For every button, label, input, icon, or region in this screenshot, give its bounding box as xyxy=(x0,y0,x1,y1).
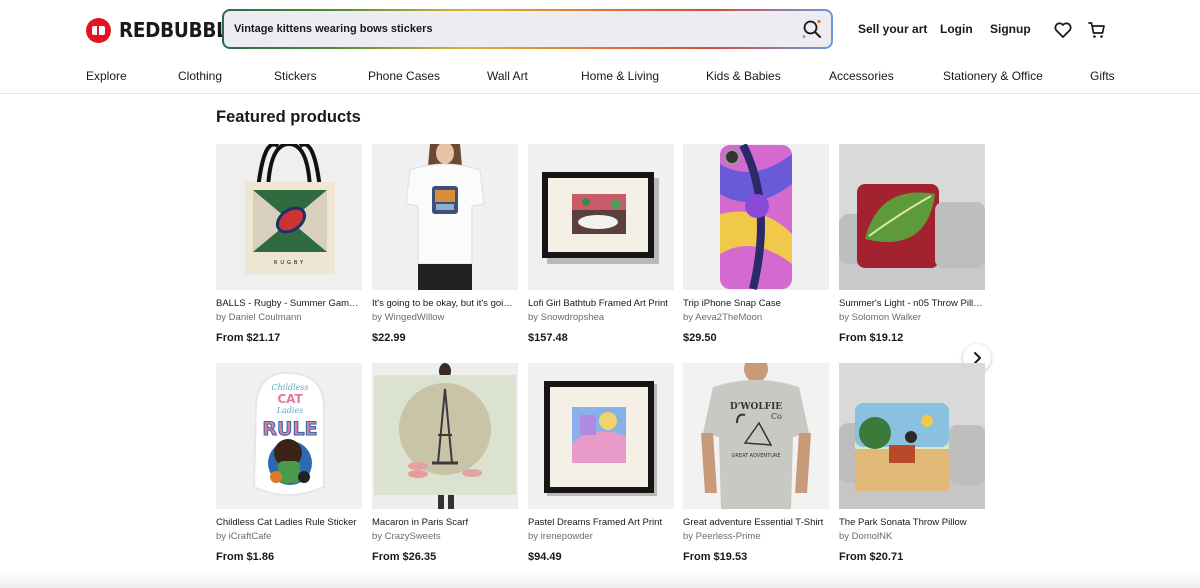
svg-text:D'WOLFIE: D'WOLFIE xyxy=(730,402,782,412)
product-image-sticker: Childless CAT Ladies RULE xyxy=(216,363,362,509)
product-title: BALLS - Rugby - Summer Games Tote Bag xyxy=(216,298,362,309)
product-artist: by irenepowder xyxy=(528,531,593,542)
product-artist: by Aeva2TheMoon xyxy=(683,312,763,323)
nav-kids-babies[interactable]: Kids & Babies xyxy=(706,69,781,83)
product-image-framed-print xyxy=(528,144,674,290)
nav-stationery-office[interactable]: Stationery & Office xyxy=(943,69,1043,83)
product-card[interactable]: Childless CAT Ladies RULE Childless Cat … xyxy=(216,363,362,563)
nav-explore[interactable]: Explore xyxy=(86,69,127,83)
signup-link[interactable]: Signup xyxy=(990,22,1031,36)
product-title: Great adventure Essential T-Shirt xyxy=(683,517,824,528)
search-icon[interactable] xyxy=(801,18,823,40)
product-title: Summer's Light - n05 Throw Pillow xyxy=(839,298,985,309)
product-price: From $1.86 xyxy=(216,551,275,563)
svg-text:Co: Co xyxy=(771,412,782,421)
svg-text:Childless: Childless xyxy=(271,383,308,392)
product-image-scarf xyxy=(372,363,518,509)
product-image-tshirt: D'WOLFIE Co GREAT ADVENTURE xyxy=(683,363,829,509)
logo-mark-icon xyxy=(86,17,111,43)
svg-text:RUGBY: RUGBY xyxy=(274,260,306,266)
nav-home-living[interactable]: Home & Living xyxy=(581,69,659,83)
login-link[interactable]: Login xyxy=(940,22,973,36)
product-price: $94.49 xyxy=(528,551,562,563)
search-bar xyxy=(222,9,833,49)
product-artist: by Peerless-Prime xyxy=(683,531,761,542)
product-image-throw-pillow xyxy=(839,363,985,509)
product-price: From $26.35 xyxy=(372,551,437,563)
product-artist: by CrazySweets xyxy=(372,531,441,542)
featured-products-title: Featured products xyxy=(216,108,361,126)
product-card[interactable]: Macaron in Paris Scarf by CrazySweets Fr… xyxy=(372,363,518,563)
product-card[interactable]: Summer's Light - n05 Throw Pillow by Sol… xyxy=(839,144,985,344)
product-artist: by DomolNK xyxy=(839,531,893,542)
product-image-tshirt xyxy=(372,144,518,290)
svg-text:Ladies: Ladies xyxy=(276,406,304,415)
product-image-throw-pillow xyxy=(839,144,985,290)
product-artist: by Snowdropshea xyxy=(528,312,605,323)
svg-text:RULE: RULE xyxy=(262,418,317,440)
header: REDBUBBLE Sell your art Login Signup xyxy=(0,0,1200,60)
product-title: It's going to be okay, but it's going to… xyxy=(372,298,518,309)
heart-icon[interactable] xyxy=(1053,20,1073,40)
product-price: From $19.12 xyxy=(839,332,904,344)
product-card[interactable]: The Park Sonata Throw Pillow by DomolNK … xyxy=(839,363,985,563)
product-title: The Park Sonata Throw Pillow xyxy=(839,517,967,528)
product-card[interactable]: D'WOLFIE Co GREAT ADVENTURE Great advent… xyxy=(683,363,829,563)
page-bottom-shade xyxy=(0,572,1200,588)
product-price: $157.48 xyxy=(528,332,568,344)
product-card[interactable]: Lofi Girl Bathtub Framed Art Print by Sn… xyxy=(528,144,674,344)
product-image-framed-print xyxy=(528,363,674,509)
product-title: Lofi Girl Bathtub Framed Art Print xyxy=(528,298,668,309)
product-title: Macaron in Paris Scarf xyxy=(372,517,469,528)
nav-clothing[interactable]: Clothing xyxy=(178,69,222,83)
product-title: Trip iPhone Snap Case xyxy=(683,298,781,309)
product-price: $22.99 xyxy=(372,332,406,344)
product-title: Childless Cat Ladies Rule Sticker xyxy=(216,517,357,528)
product-artist: by Daniel Coulmann xyxy=(216,312,302,323)
svg-text:CAT: CAT xyxy=(277,392,303,406)
product-price: From $20.71 xyxy=(839,551,904,563)
product-card[interactable]: Trip iPhone Snap Case by Aeva2TheMoon $2… xyxy=(683,144,829,344)
product-image-phone-case xyxy=(683,144,829,290)
product-image-tote: RUGBY xyxy=(216,144,362,290)
cart-icon[interactable] xyxy=(1087,20,1107,40)
nav-phone-cases[interactable]: Phone Cases xyxy=(368,69,440,83)
nav-gifts[interactable]: Gifts xyxy=(1090,69,1115,83)
product-artist: by Solomon Walker xyxy=(839,312,922,323)
product-price: From $21.17 xyxy=(216,332,281,344)
sell-your-art-link[interactable]: Sell your art xyxy=(858,22,927,36)
product-price: $29.50 xyxy=(683,332,717,344)
product-card[interactable]: RUGBY BALLS - Rugby - Summer Games Tote … xyxy=(216,144,362,344)
nav-accessories[interactable]: Accessories xyxy=(829,69,894,83)
product-price: From $19.53 xyxy=(683,551,748,563)
product-card[interactable]: It's going to be okay, but it's going to… xyxy=(372,144,518,344)
nav-stickers[interactable]: Stickers xyxy=(274,69,317,83)
product-artist: by iCraftCafe xyxy=(216,531,272,542)
category-nav: Explore Clothing Stickers Phone Cases Wa… xyxy=(0,60,1200,94)
product-card[interactable]: Pastel Dreams Framed Art Print by irenep… xyxy=(528,363,674,563)
search-input[interactable] xyxy=(234,11,774,47)
product-artist: by WingedWillow xyxy=(372,312,445,323)
product-title: Pastel Dreams Framed Art Print xyxy=(528,517,663,528)
nav-wall-art[interactable]: Wall Art xyxy=(487,69,528,83)
svg-text:GREAT ADVENTURE: GREAT ADVENTURE xyxy=(731,453,780,459)
